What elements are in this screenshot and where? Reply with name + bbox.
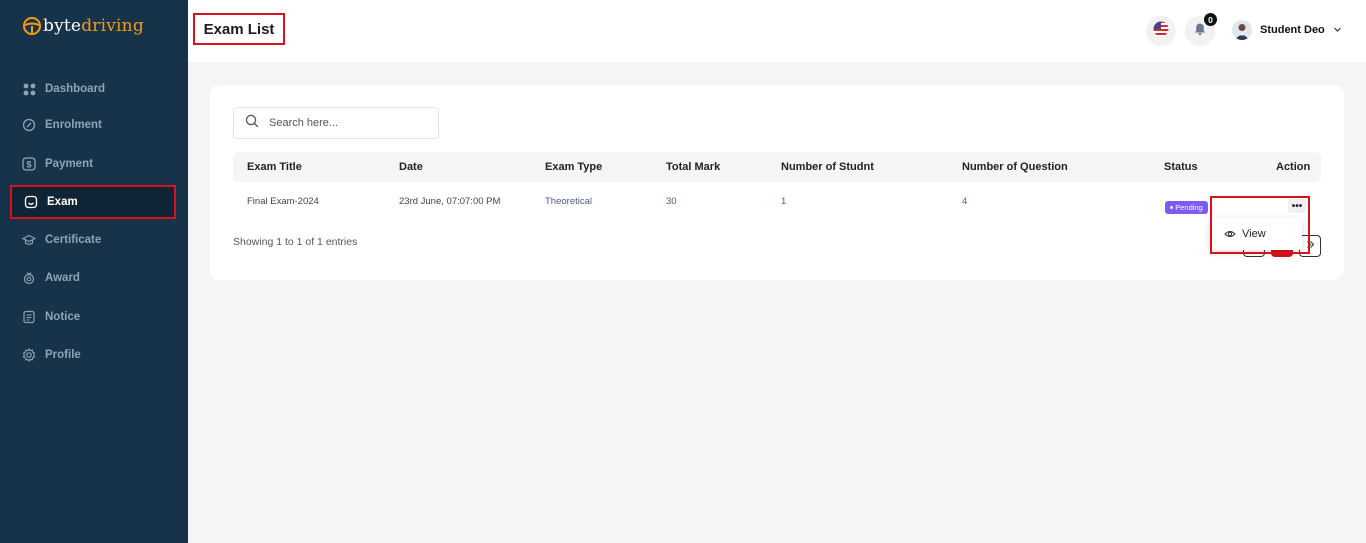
sidebar-item-label: Notice: [45, 311, 81, 323]
column-header-students[interactable]: Number of Studnt: [781, 152, 874, 182]
column-header-questions[interactable]: Number of Question: [962, 152, 1068, 182]
status-badge: Pending: [1165, 201, 1208, 214]
column-header-status[interactable]: Status: [1164, 152, 1198, 182]
steering-wheel-icon: [22, 16, 42, 36]
sidebar-item-dashboard[interactable]: Dashboard: [10, 72, 176, 106]
status-label: Pending: [1175, 203, 1203, 212]
cell-total-mark: 30: [666, 196, 677, 207]
cell-students: 1: [781, 196, 787, 207]
status-dot: [1170, 206, 1174, 209]
sidebar: bytedriving Dashboard Enrolment $ Paymen…: [0, 0, 188, 543]
entries-info: Showing 1 to 1 of 1 entries: [233, 236, 358, 248]
row-actions-button[interactable]: •••: [1288, 199, 1306, 213]
sidebar-item-label: Enrolment: [45, 119, 102, 131]
column-header-exam-title[interactable]: Exam Title: [247, 152, 302, 182]
page-title: Exam List: [193, 13, 285, 45]
column-header-exam-type[interactable]: Exam Type: [545, 152, 602, 182]
table-header: Exam Title Date Exam Type Total Mark Num…: [233, 152, 1321, 182]
cell-exam-type: Theoretical: [545, 196, 592, 207]
search-input[interactable]: [269, 117, 429, 129]
notifications-button[interactable]: 0: [1185, 13, 1217, 46]
cell-exam-title: Final Exam-2024: [247, 196, 319, 207]
sidebar-item-award[interactable]: Award: [10, 261, 176, 295]
double-chevron-right-icon: [1306, 240, 1315, 252]
graduation-cap-icon: [22, 233, 36, 247]
award-icon: [22, 271, 36, 285]
user-name: Student Deo: [1260, 24, 1325, 36]
us-flag-icon: [1153, 21, 1169, 42]
logo-text: bytedriving: [43, 16, 144, 36]
exam-icon: [24, 195, 38, 209]
view-label: View: [1242, 228, 1266, 240]
sidebar-item-certificate[interactable]: Certificate: [10, 223, 176, 257]
top-header: Exam List 0 Student Deo: [188, 0, 1366, 62]
search-box[interactable]: [233, 107, 439, 139]
grid-icon: [22, 82, 36, 96]
sidebar-item-payment[interactable]: $ Payment: [10, 147, 176, 181]
cell-questions: 4: [962, 196, 968, 207]
sidebar-item-label: Payment: [45, 158, 93, 170]
pagination-next-button[interactable]: [1299, 235, 1321, 257]
logo[interactable]: bytedriving: [22, 16, 144, 36]
logo-text-part1: byte: [43, 16, 82, 36]
exam-list-card: Exam Title Date Exam Type Total Mark Num…: [210, 85, 1344, 280]
sidebar-item-label: Profile: [45, 349, 81, 361]
search-icon: [245, 114, 259, 133]
svg-text:$: $: [26, 160, 31, 170]
sidebar-item-label: Certificate: [45, 234, 102, 246]
sidebar-item-enrolment[interactable]: Enrolment: [10, 108, 176, 142]
bell-icon: [1193, 22, 1207, 41]
logo-text-part2: driving: [81, 16, 144, 36]
column-header-total-mark[interactable]: Total Mark: [666, 152, 720, 182]
sidebar-item-label: Dashboard: [45, 83, 106, 95]
chevron-down-icon: [1333, 21, 1342, 39]
eye-icon: [1224, 228, 1236, 240]
sidebar-item-label: Exam: [47, 196, 78, 208]
sidebar-item-profile[interactable]: Profile: [10, 338, 176, 372]
gear-icon: [22, 348, 36, 362]
notice-icon: [22, 310, 36, 324]
language-selector[interactable]: [1146, 16, 1176, 46]
column-header-action: Action: [1276, 161, 1311, 173]
dollar-icon: $: [22, 157, 36, 171]
sidebar-item-label: Award: [45, 272, 80, 284]
sidebar-item-exam[interactable]: Exam: [10, 185, 176, 219]
notification-count-badge: 0: [1204, 13, 1217, 26]
avatar: [1232, 20, 1252, 40]
column-header-date[interactable]: Date: [399, 152, 423, 182]
row-action-menu-view[interactable]: View: [1210, 218, 1302, 250]
cell-date: 23rd June, 07:07:00 PM: [399, 196, 501, 207]
tag-icon: [22, 118, 36, 132]
sidebar-item-notice[interactable]: Notice: [10, 300, 176, 334]
user-menu[interactable]: Student Deo: [1232, 20, 1342, 40]
